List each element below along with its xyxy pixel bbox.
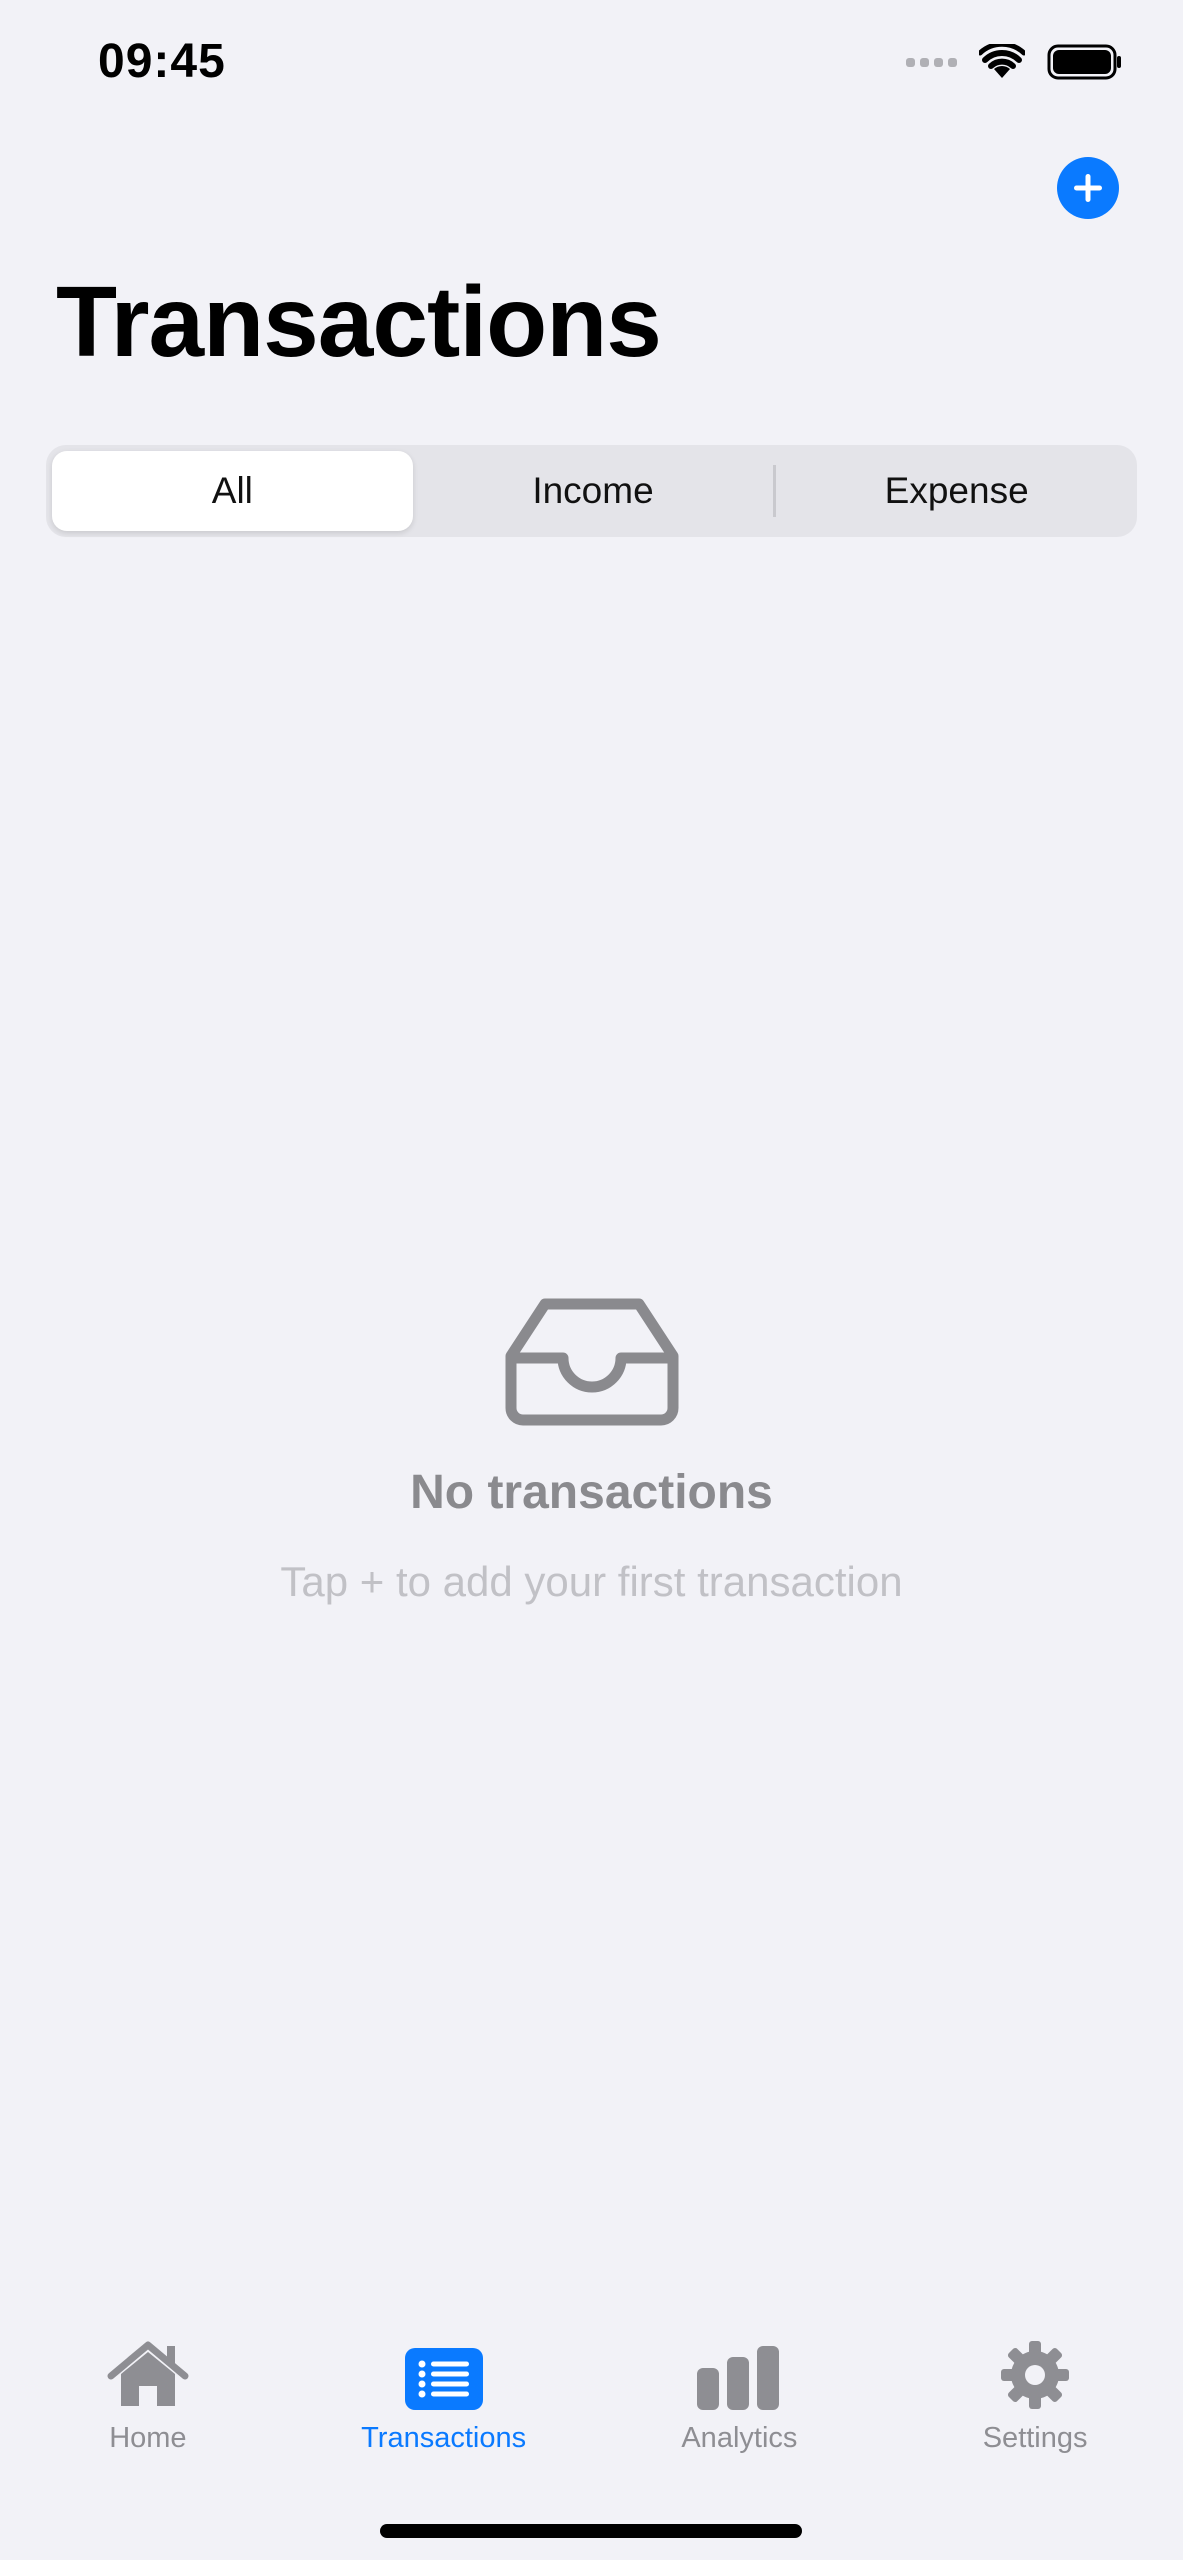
status-time: 09:45: [98, 35, 226, 88]
house-icon: [107, 2341, 189, 2406]
add-transaction-button[interactable]: [1057, 157, 1119, 219]
segment-expense[interactable]: Expense: [776, 451, 1137, 531]
empty-state-title: No transactions: [410, 1466, 773, 1519]
segment-income[interactable]: Income: [413, 451, 774, 531]
cellular-signal-icon: [906, 57, 957, 67]
status-icons: [906, 44, 1123, 80]
gear-icon: [1001, 2341, 1070, 2409]
transactions-screen: 09:45 Transactions All Income Expense No…: [0, 0, 1183, 2560]
segment-income-label: Income: [532, 470, 654, 511]
plus-icon: [1074, 174, 1102, 202]
tab-settings[interactable]: Settings: [887, 2320, 1183, 2560]
segment-expense-label: Expense: [884, 470, 1029, 511]
empty-state-subtitle: Tap + to add your first transaction: [280, 1558, 903, 1605]
bar-chart-icon: [697, 2346, 780, 2410]
tab-home[interactable]: Home: [0, 2320, 296, 2560]
list-icon: [404, 2348, 483, 2410]
segment-all[interactable]: All: [52, 451, 413, 531]
tray-icon: [505, 1298, 679, 1426]
tab-analytics-label: Analytics: [681, 2422, 798, 2454]
segment-all-label: All: [211, 470, 253, 511]
transaction-filter-control: All Income Expense: [46, 445, 1137, 537]
tab-home-label: Home: [109, 2422, 187, 2454]
tab-settings-label: Settings: [982, 2422, 1088, 2454]
page-title: Transactions: [56, 266, 662, 378]
home-indicator[interactable]: [380, 2524, 802, 2538]
battery-icon: [1047, 44, 1121, 80]
wifi-icon: [979, 44, 1025, 78]
tab-transactions-label: Transactions: [361, 2422, 527, 2454]
